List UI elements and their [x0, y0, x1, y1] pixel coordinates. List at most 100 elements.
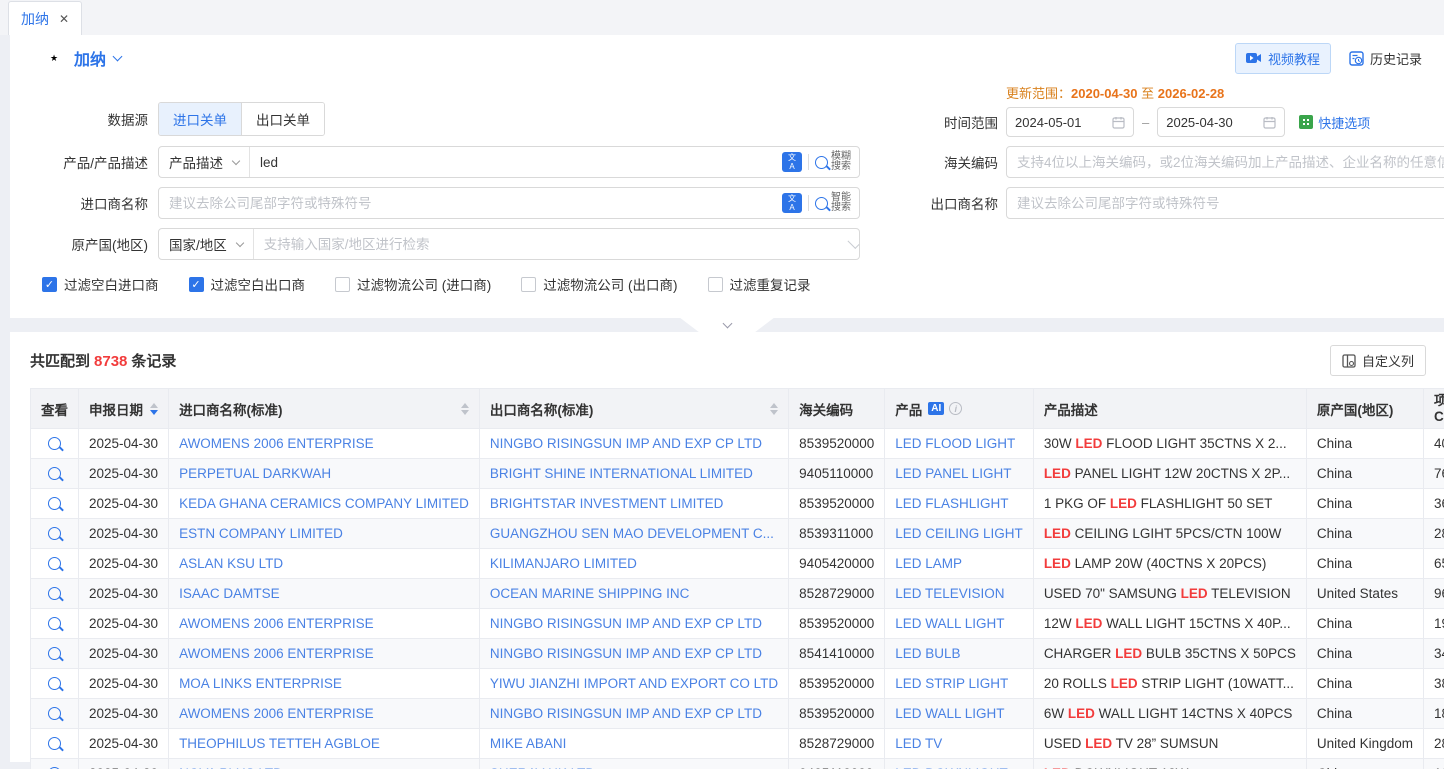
view-record-icon[interactable]	[48, 707, 61, 720]
filter-checkbox[interactable]: ✓ 过滤空白出口商	[189, 274, 306, 294]
translate-icon[interactable]: 文A	[782, 152, 802, 172]
exporter-link[interactable]: NINGBO RISINGSUN IMP AND EXP CP LTD	[479, 429, 788, 459]
info-icon[interactable]: i	[949, 402, 962, 415]
sort-icon[interactable]	[144, 403, 158, 415]
product-link[interactable]: LED TELEVISION	[885, 579, 1034, 609]
product-link[interactable]: LED STRIP LIGHT	[885, 669, 1034, 699]
view-record-icon[interactable]	[48, 497, 61, 510]
importer-link[interactable]: MOA LINKS ENTERPRISE	[169, 669, 480, 699]
importer-link[interactable]: ESTN COMPANY LIMITED	[169, 519, 480, 549]
checkbox-icon[interactable]: ✓	[42, 277, 57, 292]
exporter-link[interactable]: NINGBO RISINGSUN IMP AND EXP CP LTD	[479, 699, 788, 729]
smart-search-toggle[interactable]: 智能 搜索	[815, 193, 851, 213]
col-item-cif[interactable]: 项号CIF...	[1423, 389, 1444, 429]
importer-input[interactable]	[159, 188, 774, 218]
filter-checkbox[interactable]: ✓ 过滤空白进口商	[42, 274, 159, 294]
importer-link[interactable]: KEDA GHANA CERAMICS COMPANY LIMITED	[169, 489, 480, 519]
product-link[interactable]: LED FLOOD LIGHT	[885, 429, 1034, 459]
filter-checkbox[interactable]: 过滤重复记录	[708, 274, 811, 294]
view-record-icon[interactable]	[48, 677, 61, 690]
view-record-icon[interactable]	[48, 617, 61, 630]
date-to-input[interactable]: 2025-04-30	[1157, 107, 1285, 137]
exporter-link[interactable]: YIWU JIANZHI IMPORT AND EXPORT CO LTD	[479, 669, 788, 699]
importer-link[interactable]: THEOPHILUS TETTEH AGBLOE	[169, 729, 480, 759]
sort-icon[interactable]	[764, 403, 778, 415]
product-field-select[interactable]: 产品描述	[159, 147, 250, 177]
origin-field-select[interactable]: 国家/地区	[159, 229, 254, 259]
exporter-link[interactable]: BRIGHT SHINE INTERNATIONAL LIMITED	[479, 459, 788, 489]
view-cell[interactable]	[31, 669, 79, 699]
import-records-option[interactable]: 进口关单	[159, 103, 241, 135]
collapse-panel-button[interactable]	[679, 317, 775, 333]
tab-ghana[interactable]: 加纳 ✕	[8, 1, 82, 35]
view-cell[interactable]	[31, 579, 79, 609]
view-record-icon[interactable]	[48, 557, 61, 570]
product-link[interactable]: LED CEILING LIGHT	[885, 519, 1034, 549]
col-date[interactable]: 申报日期	[79, 389, 169, 429]
view-record-icon[interactable]	[48, 737, 61, 750]
exporter-link[interactable]: GUANGZHOU SEN MAO DEVELOPMENT C...	[479, 519, 788, 549]
product-link[interactable]: LED WALL LIGHT	[885, 609, 1034, 639]
importer-link[interactable]: AWOMENS 2006 ENTERPRISE	[169, 639, 480, 669]
exporter-link[interactable]: KILIMANJARO LIMITED	[479, 549, 788, 579]
view-record-icon[interactable]	[48, 527, 61, 540]
product-link[interactable]: LED WALL LIGHT	[885, 699, 1034, 729]
importer-link[interactable]: ISAAC DAMTSE	[169, 579, 480, 609]
product-search-input[interactable]	[250, 147, 774, 177]
hs-code-input[interactable]	[1007, 147, 1444, 177]
checkbox-icon[interactable]	[335, 277, 350, 292]
view-cell[interactable]	[31, 459, 79, 489]
product-link[interactable]: LED BULB	[885, 639, 1034, 669]
translate-icon[interactable]: 文A	[782, 193, 802, 213]
view-record-icon[interactable]	[48, 467, 61, 480]
view-cell[interactable]	[31, 699, 79, 729]
importer-link[interactable]: ASLAN KSU LTD	[169, 549, 480, 579]
product-link[interactable]: LED PANEL LIGHT	[885, 459, 1034, 489]
quick-options-link[interactable]: 快捷选项	[1299, 113, 1370, 132]
view-cell[interactable]	[31, 729, 79, 759]
col-importer[interactable]: 进口商名称(标准)	[169, 389, 480, 429]
filter-checkbox[interactable]: 过滤物流公司 (进口商)	[335, 274, 491, 294]
product-link[interactable]: LED TV	[885, 729, 1034, 759]
view-cell[interactable]	[31, 759, 79, 769]
view-cell[interactable]	[31, 549, 79, 579]
export-records-option[interactable]: 出口关单	[241, 103, 324, 135]
view-record-icon[interactable]	[48, 437, 61, 450]
importer-link[interactable]: PERPETUAL DARKWAH	[169, 459, 480, 489]
checkbox-icon[interactable]	[521, 277, 536, 292]
exporter-link[interactable]: MIKE ABANI	[479, 729, 788, 759]
exporter-input[interactable]	[1007, 188, 1444, 218]
view-cell[interactable]	[31, 639, 79, 669]
view-cell[interactable]	[31, 519, 79, 549]
exporter-link[interactable]: SHERAV HK LTD	[479, 759, 788, 769]
product-link[interactable]: LED FLASHLIGHT	[885, 489, 1034, 519]
view-cell[interactable]	[31, 609, 79, 639]
customize-columns-button[interactable]: 自定义列	[1330, 345, 1426, 376]
sort-icon[interactable]	[455, 403, 469, 415]
date-from-input[interactable]: 2024-05-01	[1006, 107, 1134, 137]
importer-link[interactable]: AWOMENS 2006 ENTERPRISE	[169, 609, 480, 639]
view-cell[interactable]	[31, 429, 79, 459]
col-exporter[interactable]: 出口商名称(标准)	[479, 389, 788, 429]
history-button[interactable]: 历史记录	[1349, 49, 1422, 68]
view-cell[interactable]	[31, 489, 79, 519]
importer-link[interactable]: NOVA PLUS LTD	[169, 759, 480, 769]
view-record-icon[interactable]	[48, 587, 61, 600]
origin-country-input[interactable]	[254, 229, 848, 259]
video-tutorial-button[interactable]: 视频教程	[1235, 43, 1331, 74]
exporter-link[interactable]: OCEAN MARINE SHIPPING INC	[479, 579, 788, 609]
fuzzy-search-toggle[interactable]: 模糊 搜索	[815, 152, 851, 172]
product-link[interactable]: LED LAMP	[885, 549, 1034, 579]
product-link[interactable]: LED DOWNLIGHT	[885, 759, 1034, 769]
view-record-icon[interactable]	[48, 647, 61, 660]
exporter-link[interactable]: NINGBO RISINGSUN IMP AND EXP CP LTD	[479, 639, 788, 669]
filter-checkbox[interactable]: 过滤物流公司 (出口商)	[521, 274, 677, 294]
country-selector[interactable]: 加纳	[74, 46, 106, 70]
exporter-link[interactable]: BRIGHTSTAR INVESTMENT LIMITED	[479, 489, 788, 519]
exporter-link[interactable]: NINGBO RISINGSUN IMP AND EXP CP LTD	[479, 609, 788, 639]
tab-close-icon[interactable]: ✕	[59, 12, 69, 26]
importer-link[interactable]: AWOMENS 2006 ENTERPRISE	[169, 699, 480, 729]
importer-link[interactable]: AWOMENS 2006 ENTERPRISE	[169, 429, 480, 459]
checkbox-icon[interactable]	[708, 277, 723, 292]
chevron-down-icon[interactable]	[113, 51, 123, 61]
